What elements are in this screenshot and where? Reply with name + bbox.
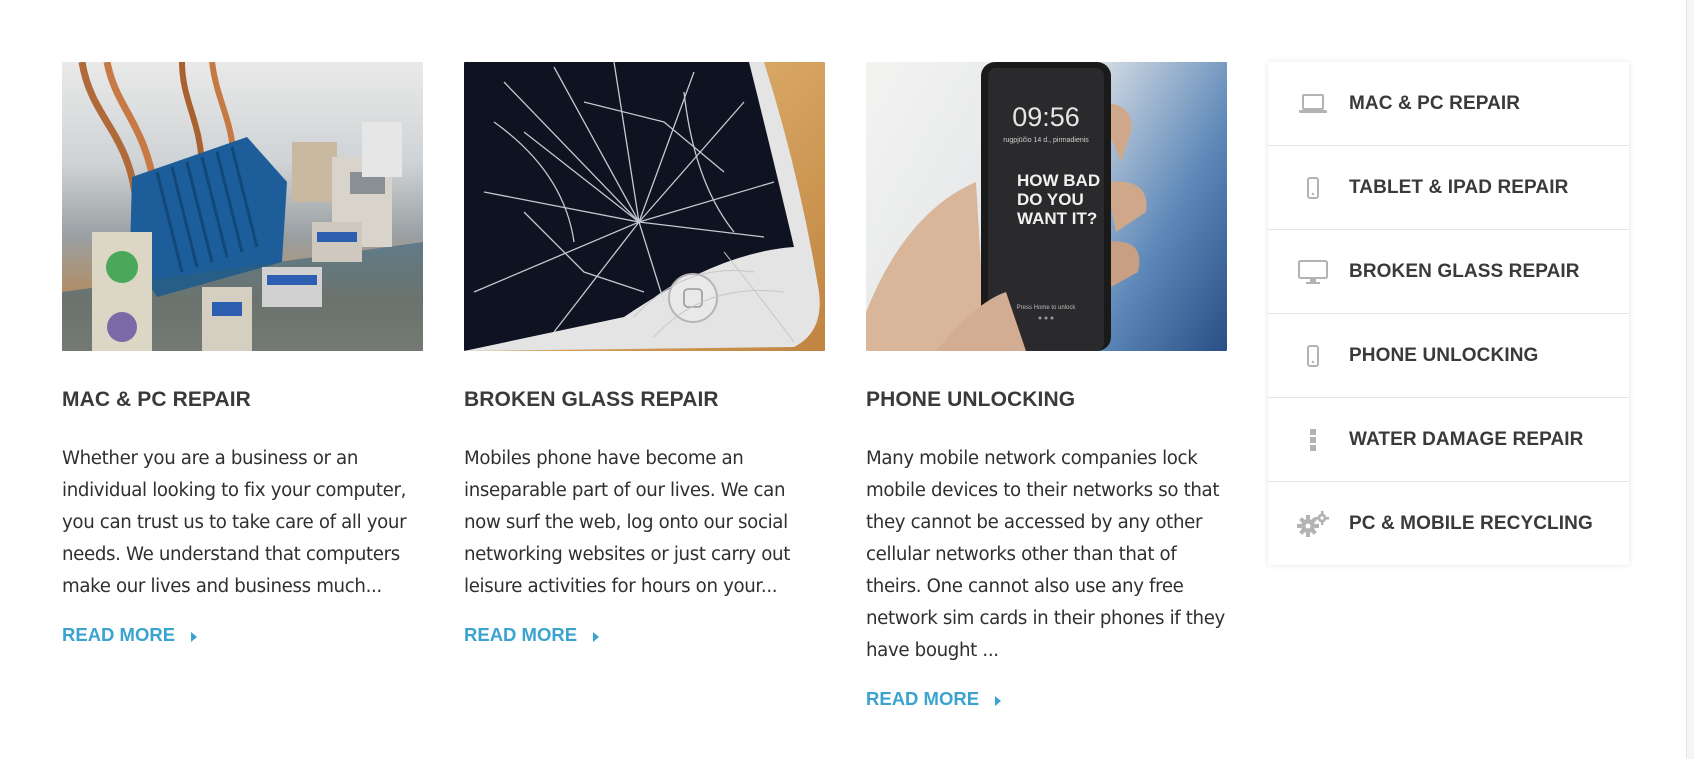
card-title[interactable]: BROKEN GLASS REPAIR xyxy=(464,387,825,413)
laptop-icon xyxy=(1296,90,1330,118)
lock-screen-time: 09:56 xyxy=(1012,102,1080,132)
read-more-label: READ MORE xyxy=(866,688,980,709)
card-title[interactable]: PHONE UNLOCKING xyxy=(866,387,1227,413)
service-item-label: BROKEN GLASS REPAIR xyxy=(1349,260,1580,282)
service-item-label: PC & MOBILE RECYCLING xyxy=(1349,512,1593,534)
caret-right-icon xyxy=(995,695,1002,706)
lock-screen-date: rugpjūčio 14 d., pirmadienis xyxy=(1003,137,1089,144)
read-more-label: READ MORE xyxy=(62,624,176,645)
lock-screen-hint: Press Home to unlock xyxy=(1017,305,1077,311)
service-item-label: PHONE UNLOCKING xyxy=(1349,344,1539,366)
read-more-link[interactable]: READ MORE xyxy=(62,624,198,646)
desktop-icon xyxy=(1296,258,1330,286)
read-more-label: READ MORE xyxy=(464,624,578,645)
gears-icon xyxy=(1296,510,1330,538)
ellipsis-vertical-icon xyxy=(1296,426,1330,454)
service-card-broken-glass: BROKEN GLASS REPAIR Mobiles phone have b… xyxy=(464,62,825,646)
mobile-icon xyxy=(1296,174,1330,202)
service-item-water-damage-repair[interactable]: WATER DAMAGE REPAIR xyxy=(1268,398,1629,482)
service-item-pc-mobile-recycling[interactable]: PC & MOBILE RECYCLING xyxy=(1268,482,1629,565)
phone-in-hand-image[interactable]: 09:56 rugpjūčio 14 d., pirmadienis HOW B… xyxy=(866,62,1227,351)
service-item-tablet-ipad-repair[interactable]: TABLET & IPAD REPAIR xyxy=(1268,146,1629,230)
card-description: Mobiles phone have become an inseparable… xyxy=(464,448,790,597)
read-more-link[interactable]: READ MORE xyxy=(464,624,600,646)
mobile-icon xyxy=(1296,342,1330,370)
service-item-mac-pc-repair[interactable]: MAC & PC REPAIR xyxy=(1268,62,1629,146)
caret-right-icon xyxy=(191,631,198,642)
card-description: Many mobile network companies lock mobil… xyxy=(866,448,1225,661)
service-item-broken-glass-repair[interactable]: BROKEN GLASS REPAIR xyxy=(1268,230,1629,314)
lock-screen-line-1: HOW BAD xyxy=(1017,171,1100,190)
motherboard-image[interactable] xyxy=(62,62,423,351)
service-card-phone-unlocking: 09:56 rugpjūčio 14 d., pirmadienis HOW B… xyxy=(866,62,1227,710)
card-description: Whether you are a business or an individ… xyxy=(62,448,407,597)
service-item-label: TABLET & IPAD REPAIR xyxy=(1349,176,1569,198)
services-list: MAC & PC REPAIR TABLET & IPAD REPAIR BRO… xyxy=(1268,62,1629,565)
lock-screen-line-3: WANT IT? xyxy=(1017,209,1097,228)
page-scroll-edge xyxy=(1686,0,1694,759)
service-item-phone-unlocking[interactable]: PHONE UNLOCKING xyxy=(1268,314,1629,398)
read-more-link[interactable]: READ MORE xyxy=(866,688,1002,710)
caret-right-icon xyxy=(593,631,600,642)
service-card-mac-pc: MAC & PC REPAIR Whether you are a busine… xyxy=(62,62,423,646)
service-item-label: WATER DAMAGE REPAIR xyxy=(1349,428,1584,450)
service-item-label: MAC & PC REPAIR xyxy=(1349,92,1521,114)
card-title[interactable]: MAC & PC REPAIR xyxy=(62,387,423,413)
cracked-phone-image[interactable] xyxy=(464,62,825,351)
lock-screen-line-2: DO YOU xyxy=(1017,190,1084,209)
